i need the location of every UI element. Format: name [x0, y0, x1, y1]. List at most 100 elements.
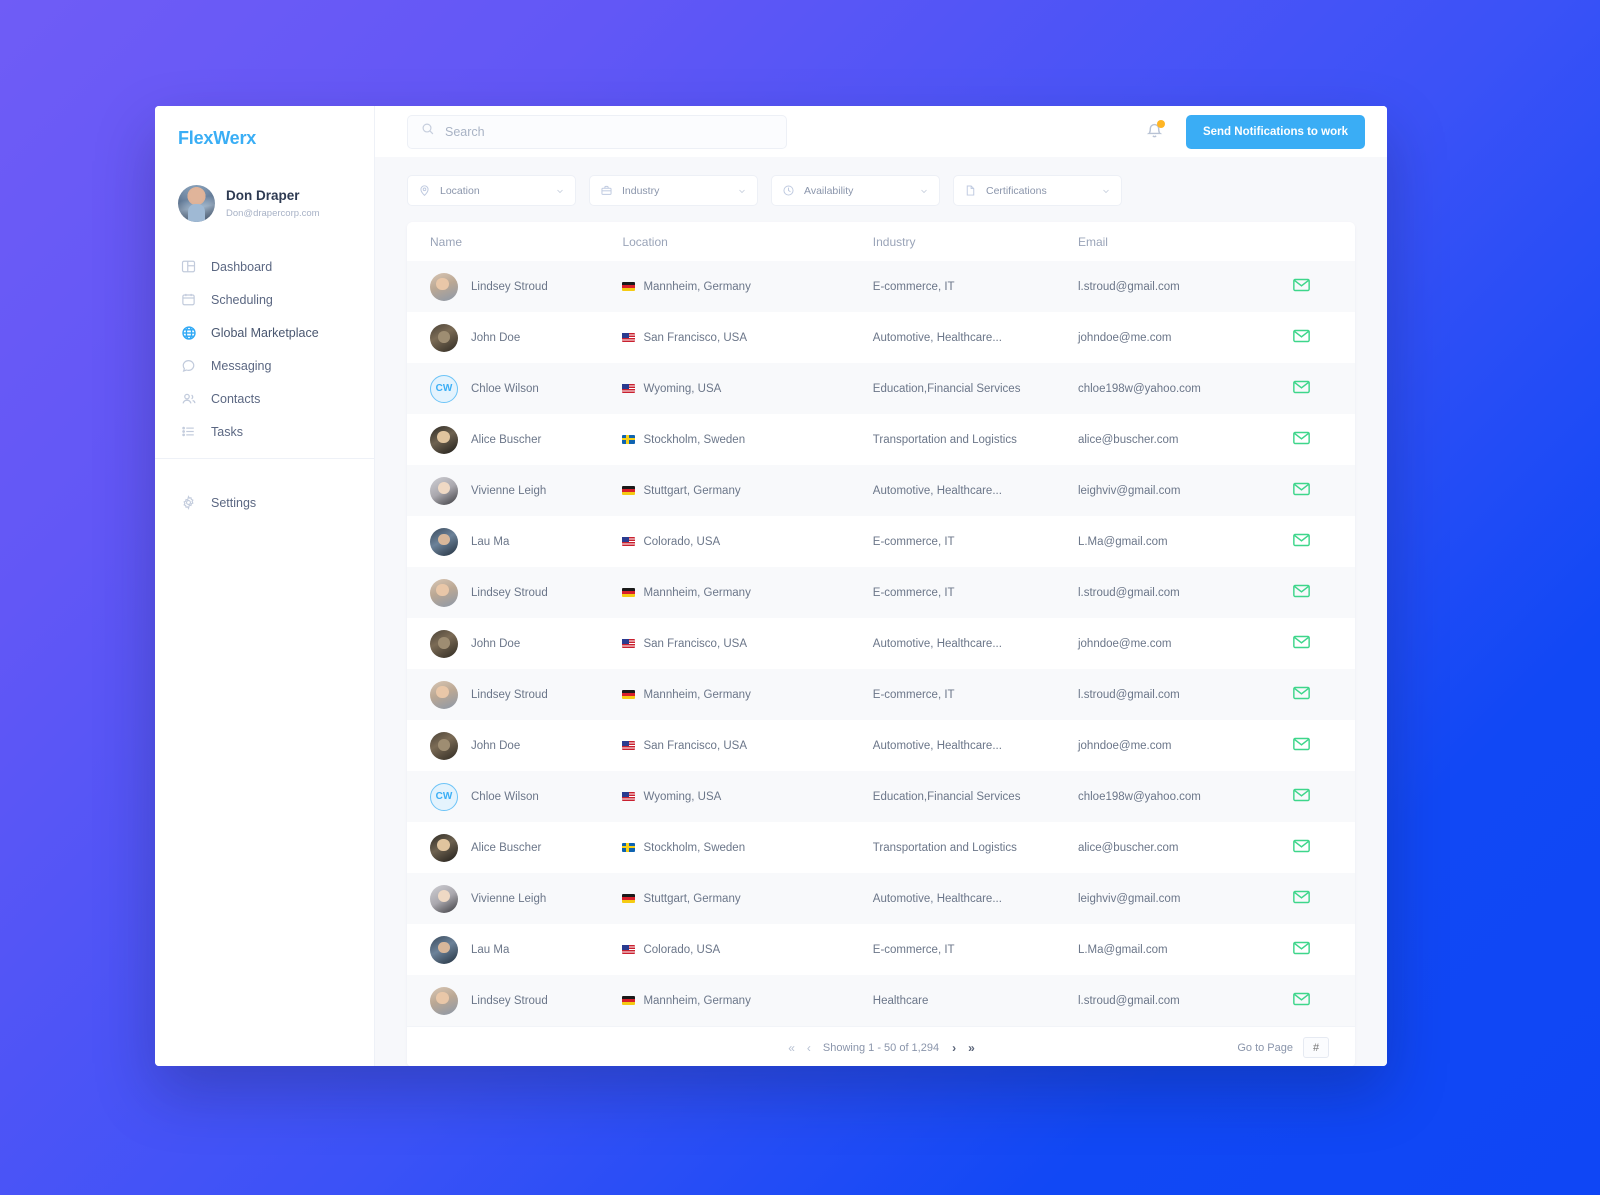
contact-industry: Automotive, Healthcare...	[872, 331, 1002, 344]
next-page-button[interactable]: ›	[952, 1041, 956, 1055]
avatar	[430, 884, 458, 913]
table-row[interactable]: Lau Ma Colorado, USA E-commerce, IT L.Ma@gm…	[407, 924, 1355, 975]
envelope-icon[interactable]	[1293, 635, 1311, 652]
prev-page-button[interactable]: ‹	[807, 1041, 811, 1055]
column-header-email[interactable]: Email	[1077, 222, 1294, 261]
filter-label: Certifications	[986, 184, 1047, 197]
envelope-icon[interactable]	[1293, 380, 1311, 397]
cell-location: Colorado, USA	[622, 516, 872, 567]
last-page-button[interactable]: »	[968, 1041, 975, 1055]
envelope-icon[interactable]	[1293, 329, 1311, 346]
cell-name: John Doe	[407, 720, 622, 771]
envelope-icon[interactable]	[1293, 992, 1311, 1009]
sidebar-item-settings[interactable]: Settings	[155, 486, 374, 519]
contact-name: John Doe	[471, 739, 521, 752]
cell-email: L.Ma@gmail.com	[1078, 924, 1293, 975]
column-header-name[interactable]: Name	[407, 222, 623, 261]
table-row[interactable]: CW Chloe Wilson Wyoming, USA Education,Fina…	[407, 363, 1355, 414]
contact-name: Lindsey Stroud	[471, 586, 548, 599]
table-row[interactable]: John Doe San Francisco, USA Automotive, He…	[407, 312, 1355, 363]
sidebar-item-tasks[interactable]: Tasks	[155, 415, 374, 448]
contact-location: Stockholm, Sweden	[643, 433, 746, 446]
table-row[interactable]: John Doe San Francisco, USA Automotive, He…	[407, 618, 1355, 669]
cell-actions	[1293, 618, 1355, 669]
cell-name: Lindsey Stroud	[407, 975, 622, 1026]
contact-industry: Automotive, Healthcare...	[872, 484, 1002, 497]
sidebar-item-dashboard[interactable]: Dashboard	[155, 250, 374, 283]
cell-name: Lau Ma	[407, 924, 622, 975]
sidebar: FlexWerx Don Draper Don@drapercorp.com D…	[155, 106, 375, 1066]
filter-certifications[interactable]: Certifications	[953, 175, 1122, 206]
first-page-button[interactable]: «	[788, 1041, 795, 1055]
contact-name: Lindsey Stroud	[471, 280, 548, 293]
cell-email: l.stroud@gmail.com	[1078, 669, 1293, 720]
envelope-icon[interactable]	[1293, 890, 1311, 907]
avatar	[430, 935, 458, 964]
envelope-icon[interactable]	[1293, 686, 1311, 703]
search-input[interactable]	[445, 124, 773, 139]
table-row[interactable]: Lindsey Stroud Mannheim, Germany E-commerc…	[407, 669, 1355, 720]
sidebar-item-messaging[interactable]: Messaging	[155, 349, 374, 382]
sidebar-item-scheduling[interactable]: Scheduling	[155, 283, 374, 316]
table-header: Name Location Industry Email	[407, 222, 1355, 261]
sidebar-item-label: Dashboard	[211, 259, 273, 274]
sidebar-divider	[155, 458, 374, 459]
envelope-icon[interactable]	[1293, 431, 1311, 448]
cell-name: Alice Buscher	[407, 822, 622, 873]
avatar	[430, 425, 458, 454]
envelope-icon[interactable]	[1293, 278, 1311, 295]
notifications-bell-button[interactable]	[1145, 120, 1165, 142]
envelope-icon[interactable]	[1293, 839, 1311, 856]
cell-email: alice@buscher.com	[1078, 822, 1293, 873]
cell-location: San Francisco, USA	[622, 312, 872, 363]
envelope-icon[interactable]	[1293, 584, 1311, 601]
contact-email: chloe198w@yahoo.com	[1077, 790, 1201, 803]
main-content: Send Notifications to work Location Indu…	[375, 106, 1387, 1066]
table-body: Lindsey Stroud Mannheim, Germany E-commerc…	[407, 261, 1355, 1026]
filter-bar: Location Industry Availability Certifica…	[375, 157, 1387, 222]
envelope-icon[interactable]	[1293, 788, 1311, 805]
table-row[interactable]: Lindsey Stroud Mannheim, Germany E-commerc…	[407, 567, 1355, 618]
contact-location: Stockholm, Sweden	[643, 841, 746, 854]
avatar	[430, 731, 458, 760]
table-row[interactable]: Vivienne Leigh Stuttgart, Germany Automoti…	[407, 873, 1355, 924]
column-header-location[interactable]: Location	[622, 222, 873, 261]
cell-email: johndoe@me.com	[1078, 618, 1293, 669]
avatar	[430, 527, 458, 556]
table-row[interactable]: Alice Buscher Stockholm, Sweden Transporta…	[407, 414, 1355, 465]
envelope-icon[interactable]	[1293, 737, 1311, 754]
cell-location: Stockholm, Sweden	[622, 822, 872, 873]
cell-location: Mannheim, Germany	[622, 669, 872, 720]
avatar	[430, 986, 458, 1015]
send-notifications-button[interactable]: Send Notifications to work	[1185, 114, 1365, 149]
filter-location[interactable]: Location	[407, 175, 576, 206]
contact-industry: Education,Financial Services	[872, 382, 1021, 395]
envelope-icon[interactable]	[1293, 941, 1311, 958]
envelope-icon[interactable]	[1293, 533, 1311, 550]
table-row[interactable]: John Doe San Francisco, USA Automotive, He…	[407, 720, 1355, 771]
table-row[interactable]: Lindsey Stroud Mannheim, Germany E-commerc…	[407, 261, 1355, 312]
filter-availability[interactable]: Availability	[771, 175, 940, 206]
table-row[interactable]: Lau Ma Colorado, USA E-commerce, IT L.Ma@gm…	[407, 516, 1355, 567]
search-box[interactable]	[407, 114, 787, 149]
sidebar-item-global-marketplace[interactable]: Global Marketplace	[155, 316, 374, 349]
cell-location: Wyoming, USA	[622, 363, 872, 414]
cell-industry: E-commerce, IT	[873, 924, 1078, 975]
table-row[interactable]: CW Chloe Wilson Wyoming, USA Education,Fina…	[407, 771, 1355, 822]
filter-industry[interactable]: Industry	[589, 175, 758, 206]
contact-location: Colorado, USA	[643, 943, 721, 956]
table-row[interactable]: Alice Buscher Stockholm, Sweden Transporta…	[407, 822, 1355, 873]
flag-icon	[622, 741, 636, 750]
contact-email: leighviv@gmail.com	[1077, 484, 1181, 497]
column-header-industry[interactable]: Industry	[872, 222, 1078, 261]
cell-email: L.Ma@gmail.com	[1078, 516, 1293, 567]
envelope-icon[interactable]	[1293, 482, 1311, 499]
table-row[interactable]: Lindsey Stroud Mannheim, Germany Healthcar…	[407, 975, 1355, 1026]
contact-location: Wyoming, USA	[643, 382, 722, 395]
sidebar-item-contacts[interactable]: Contacts	[155, 382, 374, 415]
app-window: FlexWerx Don Draper Don@drapercorp.com D…	[155, 106, 1387, 1066]
contact-email: l.stroud@gmail.com	[1077, 994, 1180, 1007]
table-row[interactable]: Vivienne Leigh Stuttgart, Germany Automoti…	[407, 465, 1355, 516]
globe-icon	[180, 324, 197, 341]
profile-block[interactable]: Don Draper Don@drapercorp.com	[155, 149, 374, 222]
